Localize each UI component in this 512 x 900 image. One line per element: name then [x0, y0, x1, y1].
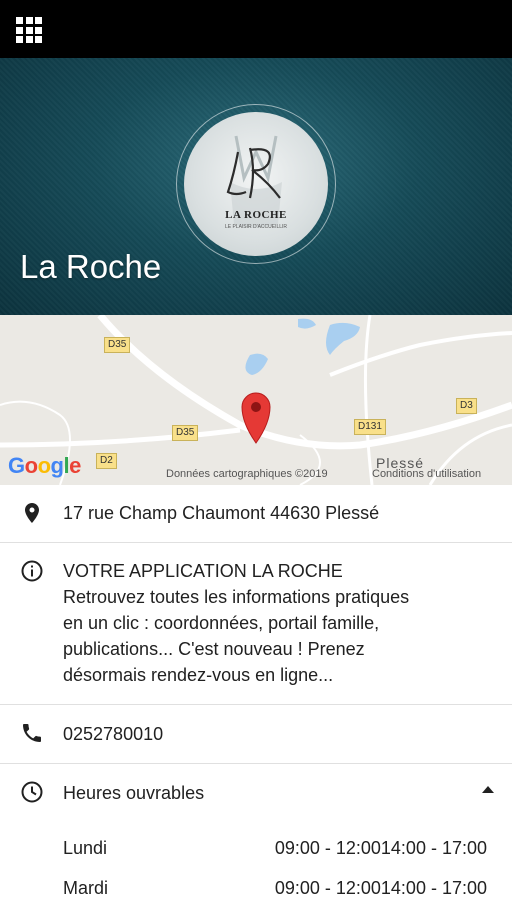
grid-menu-icon[interactable] — [16, 17, 42, 43]
hours-day: Lundi — [63, 838, 108, 858]
road-label: D131 — [354, 419, 386, 435]
info-title: VOTRE APPLICATION LA ROCHE — [63, 561, 343, 581]
phone-row[interactable]: 0252780010 — [0, 705, 512, 764]
hours-header[interactable]: Heures ouvrables — [0, 764, 512, 822]
phone-icon — [23, 724, 41, 742]
map-view[interactable]: D35 D35 D131 D3 D2 Plessé Google Données… — [0, 315, 512, 485]
hours-day: Mardi — [63, 878, 109, 898]
road-label: D3 — [456, 398, 477, 414]
hours-time: 09:00 - 12:0014:00 - 17:00 — [274, 878, 487, 898]
logo-name: LA ROCHE — [225, 209, 287, 221]
info-line: désormais rendez-vous en ligne... — [63, 665, 334, 685]
logo-tagline: LE PLAISIR D'ACCUEILLIR — [225, 224, 287, 230]
info-line: publications... C'est nouveau ! Prenez — [63, 639, 365, 659]
hours-label: Heures ouvrables — [63, 783, 205, 803]
location-pin-icon — [25, 503, 39, 523]
collapse-caret-icon[interactable] — [482, 786, 494, 793]
info-line: en un clic : coordonnées, portail famill… — [63, 613, 380, 633]
clock-icon — [21, 781, 43, 803]
road-label: D35 — [104, 337, 131, 353]
hours-time: 09:00 - 12:0014:00 - 17:00 — [274, 838, 487, 858]
address-text: 17 rue Champ Chaumont 44630 Plessé — [63, 503, 380, 523]
top-bar — [0, 0, 512, 58]
info-row: VOTRE APPLICATION LA ROCHE Retrouvez tou… — [0, 543, 512, 705]
road-label: D2 — [96, 453, 117, 469]
info-line: Retrouvez toutes les informations pratiq… — [63, 587, 410, 607]
page-title: La Roche — [20, 248, 162, 285]
phone-number: 0252780010 — [63, 724, 164, 744]
address-row[interactable]: 17 rue Champ Chaumont 44630 Plessé — [0, 485, 512, 543]
map-data-credit: Données cartographiques ©2019 — [166, 468, 328, 480]
map-terms-link[interactable]: Conditions d'utilisation — [372, 468, 481, 480]
logo: LA ROCHE LE PLAISIR D'ACCUEILLIR — [184, 112, 328, 256]
info-icon — [21, 560, 43, 582]
google-logo: Google — [8, 453, 81, 478]
hero-banner: LA ROCHE LE PLAISIR D'ACCUEILLIR La Roch… — [0, 58, 512, 315]
road-label: D35 — [172, 425, 199, 441]
